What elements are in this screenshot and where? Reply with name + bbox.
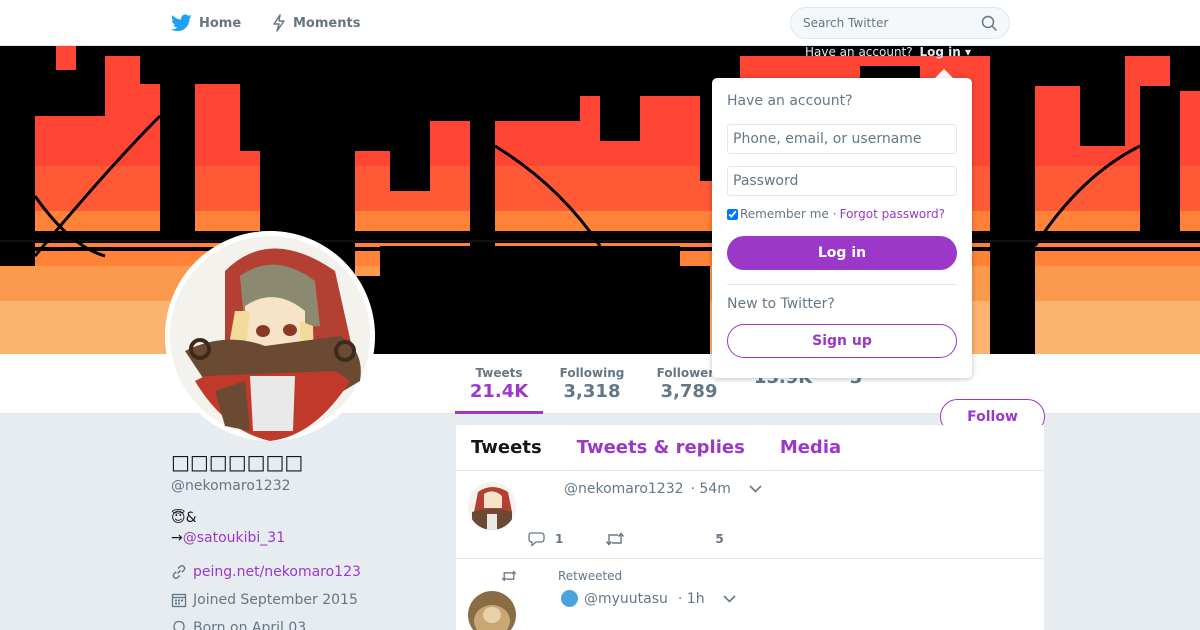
profile-joined-date: Joined September 2015	[193, 592, 358, 608]
tweet-avatar-image	[468, 482, 516, 530]
login-button[interactable]: Log in	[727, 236, 957, 270]
arrow-text: →	[171, 530, 183, 546]
calendar-icon	[171, 593, 187, 608]
nav-moments-label: Moments	[293, 15, 361, 31]
login-dropdown-title: Have an account?	[727, 93, 853, 109]
bio-mention-link[interactable]: @satoukibi_31	[183, 530, 285, 546]
login-prompt-text: Have an account?	[805, 45, 913, 59]
balloon-icon	[173, 620, 185, 630]
lightning-icon	[273, 14, 285, 32]
tweet[interactable]: Retweeted @myuutasu · 1h	[456, 559, 1044, 630]
forgot-password-link[interactable]: Forgot password?	[840, 207, 945, 221]
retweet-icon	[501, 570, 517, 582]
username-field[interactable]	[727, 124, 957, 154]
password-field[interactable]	[727, 166, 957, 196]
stat-value: 3,789	[660, 381, 718, 402]
timeline-tabs: Tweets Tweets & replies Media	[456, 425, 1044, 471]
link-icon	[172, 564, 186, 580]
user-avatar-dot-icon	[561, 590, 578, 607]
profile-handle[interactable]: @nekomaro1232	[171, 478, 431, 494]
login-toggle-label: Log in	[919, 45, 961, 59]
retweet-icon[interactable]	[605, 532, 625, 546]
profile-birthday: Born on April 03	[193, 620, 307, 630]
top-nav: Home Moments	[0, 0, 1200, 46]
nav-home[interactable]: Home	[171, 0, 241, 46]
reply-icon[interactable]	[528, 531, 545, 547]
profile-website-link[interactable]: peing.net/nekomaro123	[193, 564, 361, 580]
tab-tweets[interactable]: Tweets	[471, 437, 542, 458]
dropdown-caret	[935, 69, 953, 78]
search-icon[interactable]	[981, 15, 998, 32]
tweet-time[interactable]: · 54m	[691, 481, 731, 497]
search-input[interactable]	[803, 16, 973, 30]
nav-home-label: Home	[199, 15, 242, 31]
new-to-twitter-label: New to Twitter?	[727, 296, 835, 312]
remember-me-checkbox[interactable]	[727, 208, 738, 220]
tab-media[interactable]: Media	[780, 437, 841, 458]
tweet[interactable]: @nekomaro1232 · 54m 1 5	[456, 471, 1044, 559]
profile-birthday-row: Born on April 03	[171, 614, 431, 630]
stat-tweets[interactable]: Tweets 21.4K	[455, 366, 543, 402]
stat-following[interactable]: Following 3,318	[556, 366, 628, 402]
active-stat-underline	[455, 411, 543, 414]
stat-value: 21.4K	[469, 381, 529, 402]
remember-me-label[interactable]: Remember me	[740, 207, 829, 221]
login-dropdown: Have an account? Remember me · Forgot pa…	[712, 78, 972, 378]
tweet-handle[interactable]: @myuutasu	[584, 591, 668, 607]
profile-fullname: □□□□□□□	[171, 450, 304, 474]
dropdown-divider	[727, 284, 957, 285]
tweet-avatar[interactable]	[468, 591, 516, 630]
tweet-avatar-image	[468, 591, 516, 630]
stat-value: 3,318	[563, 381, 621, 402]
stat-label: Tweets	[475, 366, 523, 380]
profile-avatar[interactable]	[165, 231, 375, 441]
profile-header-card: □□□□□□□ @nekomaro1232 😇& →@satoukibi_31 …	[171, 450, 431, 630]
caret-down-icon: ▾	[964, 45, 971, 59]
chevron-down-icon[interactable]	[723, 594, 736, 603]
remember-row: Remember me · Forgot password?	[727, 207, 945, 221]
tweet-actions: 1 5	[528, 531, 724, 547]
profile-website-row: peing.net/nekomaro123	[171, 558, 431, 586]
profile-joined-row: Joined September 2015	[171, 586, 431, 614]
avatar-image	[165, 231, 375, 441]
retweet-context: Retweeted	[501, 569, 622, 583]
retweeted-label: Retweeted	[558, 569, 623, 583]
profile-bio: 😇& →@satoukibi_31	[171, 508, 431, 548]
nav-moments[interactable]: Moments	[272, 0, 360, 46]
bio-line-mention: →@satoukibi_31	[171, 528, 431, 548]
search-box	[790, 7, 1010, 39]
login-prompt-bar: Have an account? Log in ▾	[805, 45, 971, 59]
stat-label: Following	[559, 366, 625, 380]
bio-line: 😇&	[171, 510, 197, 526]
tweet-handle[interactable]: @nekomaro1232	[564, 481, 684, 497]
twitter-bird-icon	[171, 14, 192, 32]
tweet-avatar[interactable]	[468, 482, 516, 530]
tweet-time[interactable]: · 1h	[678, 591, 705, 607]
tweet-header: @nekomaro1232 · 54m	[564, 481, 762, 497]
reply-count: 1	[555, 532, 564, 546]
tweet-header: @myuutasu · 1h	[561, 590, 736, 607]
separator-dot: ·	[832, 207, 837, 221]
like-count: 5	[715, 532, 724, 546]
chevron-down-icon[interactable]	[749, 485, 762, 493]
login-toggle[interactable]: Log in ▾	[919, 45, 971, 59]
signup-button[interactable]: Sign up	[727, 324, 957, 358]
tab-tweets-and-replies[interactable]: Tweets & replies	[577, 437, 745, 458]
timeline: Tweets Tweets & replies Media @nekomaro1…	[456, 425, 1044, 630]
